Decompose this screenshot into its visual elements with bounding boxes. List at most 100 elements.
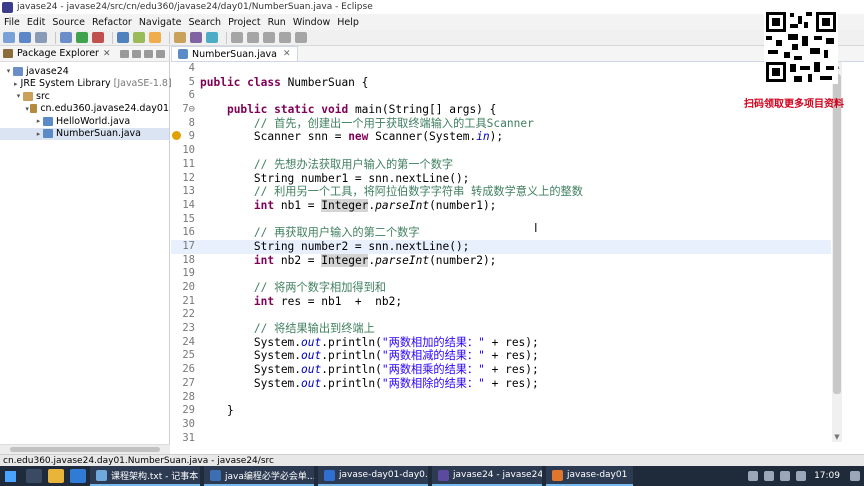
clock[interactable]: 17:09 — [814, 471, 840, 481]
line-number: 20 — [182, 281, 195, 293]
menu-source[interactable]: Source — [52, 17, 85, 28]
close-icon[interactable]: ✕ — [283, 49, 291, 59]
view-menu-icon[interactable] — [144, 49, 153, 58]
code-line[interactable]: 23 // 将结果输出到终端上 — [171, 322, 831, 336]
code-line[interactable]: 7⊖ public static void main(String[] args… — [171, 103, 831, 117]
code-line[interactable]: 30 — [171, 418, 831, 432]
menu-project[interactable]: Project — [228, 17, 261, 28]
taskbar-task[interactable]: javase24 - javase24... — [432, 466, 542, 486]
taskbar-task[interactable]: java编程必学必会单... — [204, 466, 314, 486]
code-line[interactable]: 24 System.out.println("两数相加的结果：" + res); — [171, 336, 831, 350]
tree-item[interactable]: ▸ NumberSuan.java — [0, 127, 169, 140]
browser-icon[interactable] — [70, 469, 86, 483]
action-center-icon[interactable] — [850, 471, 860, 481]
tree-item[interactable]: ▾ javase24 — [0, 65, 169, 78]
code-line[interactable]: 16 // 再获取用户输入的第二个数字 — [171, 226, 831, 240]
code-token: } — [200, 404, 234, 418]
task-view-icon[interactable] — [26, 469, 42, 483]
forward-icon[interactable] — [295, 32, 307, 43]
save-icon[interactable] — [19, 32, 31, 43]
code-line[interactable]: 29 } — [171, 404, 831, 418]
debug-icon[interactable] — [60, 32, 72, 43]
scrollbar-thumb[interactable] — [10, 447, 160, 452]
input-method-icon[interactable] — [796, 471, 807, 481]
chevron-down-icon[interactable]: ▾ — [14, 92, 23, 100]
taskbar-task[interactable]: javase-day01-day0... — [318, 466, 428, 486]
new-class-icon[interactable] — [149, 32, 161, 43]
code-line[interactable]: 20 // 将两个数字相加得到和 — [171, 281, 831, 295]
menu-navigate[interactable]: Navigate — [139, 17, 182, 28]
code-line[interactable]: 13 // 利用另一个工具，将阿拉伯数字字符串 转成数学意义上的整数 — [171, 185, 831, 199]
tree-item[interactable]: ▾ cn.edu360.javase24.day01 — [0, 103, 169, 116]
chevron-right-icon[interactable]: ▸ — [34, 117, 43, 125]
package-explorer-title[interactable]: Package Explorer — [17, 48, 99, 59]
code-line[interactable]: 27 System.out.println("两数相除的结果：" + res); — [171, 377, 831, 391]
tree-item[interactable]: ▸ JRE System Library [JavaSE-1.8] — [0, 78, 172, 91]
code-line[interactable]: 18 int nb2 = Integer.parseInt(number2); — [171, 253, 831, 268]
minimize-icon[interactable] — [156, 49, 165, 58]
menu-search[interactable]: Search — [188, 17, 221, 28]
code-line[interactable]: 5 public class NumberSuan { — [171, 76, 831, 90]
chevron-down-icon[interactable]: ▾ — [4, 67, 13, 75]
scrollbar-thumb[interactable] — [833, 74, 841, 394]
code-line[interactable]: 26 System.out.println("两数相乘的结果：" + res); — [171, 363, 831, 377]
menu-help[interactable]: Help — [337, 17, 359, 28]
menu-refactor[interactable]: Refactor — [92, 17, 132, 28]
code-line[interactable]: 6 — [171, 89, 831, 103]
new-java-project-icon[interactable] — [117, 32, 129, 43]
code-line[interactable]: 14 int nb1 = Integer.parseInt(number1); — [171, 198, 831, 213]
close-icon[interactable]: ✕ — [103, 49, 111, 59]
notification-icon[interactable] — [748, 471, 759, 481]
start-button[interactable] — [0, 466, 20, 486]
taskbar-task[interactable]: javase-day01 — [546, 466, 634, 486]
code-line[interactable]: 21 int res = nb1 + nb2; — [171, 295, 831, 309]
code-line[interactable]: 17 String number2 = snn.nextLine(); — [171, 239, 831, 254]
code-line[interactable]: 25 System.out.println("两数相减的结果：" + res); — [171, 349, 831, 363]
code-line[interactable]: 8 // 首先，创建出一个用于获取终端输入的工具Scanner — [171, 117, 831, 131]
horizontal-scrollbar[interactable] — [0, 444, 170, 454]
menu-file[interactable]: File — [4, 17, 20, 28]
file-explorer-icon[interactable] — [48, 469, 64, 483]
new-icon[interactable] — [3, 32, 15, 43]
code-line[interactable]: 12 String number1 = snn.nextLine(); — [171, 172, 831, 186]
search-icon[interactable] — [190, 32, 202, 43]
run-icon[interactable] — [76, 32, 88, 43]
code-line[interactable]: 31 — [171, 432, 831, 446]
code-line[interactable]: 4 — [171, 62, 831, 76]
print-icon[interactable] — [35, 32, 47, 43]
open-type-icon[interactable] — [174, 32, 186, 43]
external-tools-icon[interactable] — [92, 32, 104, 43]
scroll-down-icon[interactable]: ▼ — [832, 433, 842, 442]
chevron-right-icon[interactable]: ▸ — [34, 130, 43, 138]
tree-item[interactable]: ▸ HelloWorld.java — [0, 115, 169, 128]
back-icon[interactable] — [279, 32, 291, 43]
collapse-all-icon[interactable] — [120, 49, 129, 58]
next-annotation-icon[interactable] — [247, 32, 259, 43]
code-editor[interactable]: 4 5 public class NumberSuan {6 7⊖ public st… — [171, 62, 831, 444]
previous-annotation-icon[interactable] — [263, 32, 275, 43]
volume-icon[interactable] — [780, 471, 791, 481]
new-package-icon[interactable] — [133, 32, 145, 43]
menu-run[interactable]: Run — [268, 17, 286, 28]
tree-item-icon — [30, 104, 38, 114]
tab-numbersuan-java[interactable]: NumberSuan.java ✕ — [171, 46, 298, 61]
code-line[interactable]: 28 — [171, 391, 831, 405]
view-toolbar — [117, 49, 165, 58]
vertical-scrollbar[interactable]: ▲ ▼ — [832, 62, 842, 442]
chevron-right-icon[interactable]: ▸ — [14, 80, 18, 88]
code-line[interactable]: 9 Scanner snn = new Scanner(System.in); — [171, 130, 831, 144]
code-line[interactable]: 15 — [171, 213, 831, 227]
menu-edit[interactable]: Edit — [27, 17, 45, 28]
toggle-mark-icon[interactable] — [231, 32, 243, 43]
code-line[interactable]: 19 — [171, 267, 831, 281]
code-line[interactable]: 10 — [171, 144, 831, 158]
network-icon[interactable] — [764, 471, 775, 481]
link-editor-icon[interactable] — [132, 49, 141, 58]
code-line[interactable]: 22 — [171, 308, 831, 322]
code-token: "两数相减的结果：" — [381, 349, 485, 363]
menu-window[interactable]: Window — [293, 17, 330, 28]
code-line[interactable]: 11 // 先想办法获取用户输入的第一个数字 — [171, 158, 831, 172]
taskbar-task[interactable]: 课程架构.txt - 记事本 — [90, 466, 200, 486]
tree-item[interactable]: ▾ src — [0, 90, 169, 103]
open-task-icon[interactable] — [206, 32, 218, 43]
